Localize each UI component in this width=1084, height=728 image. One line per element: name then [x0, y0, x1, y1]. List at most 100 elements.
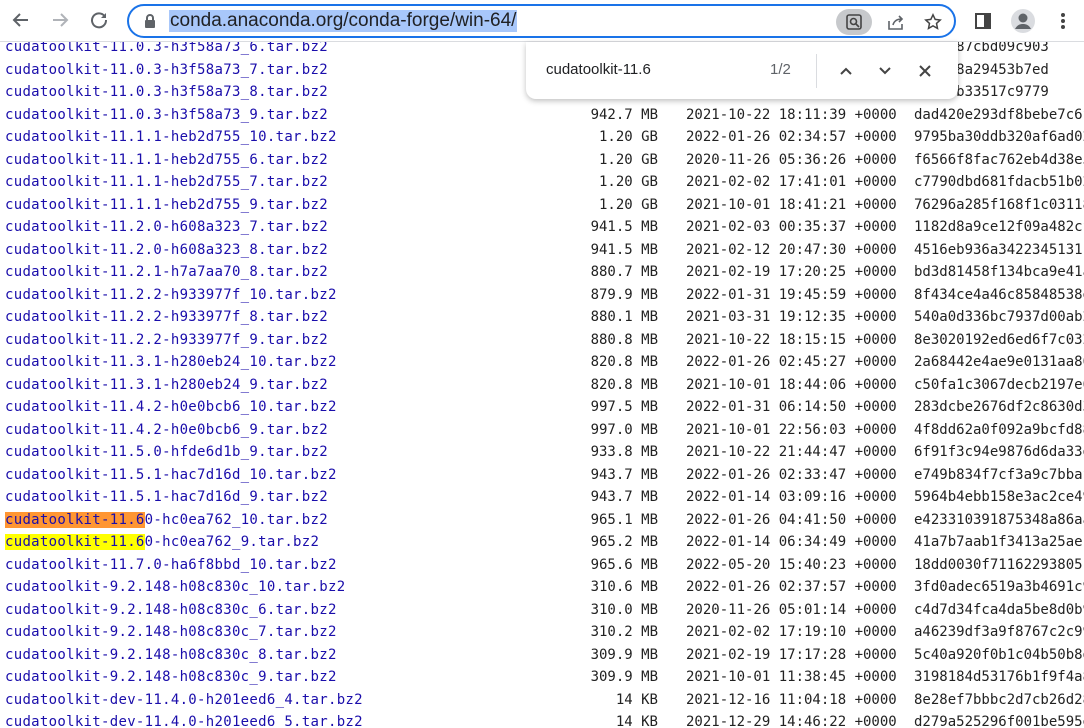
file-link[interactable]: cudatoolkit-11.3.1-h280eb24_9.tar.bz2	[5, 374, 328, 396]
file-date: 2021-03-31 19:12:35 +0000	[686, 309, 897, 325]
table-row: cudatoolkit-11.1.1-heb2d755_7.tar.bz2 1.2…	[0, 171, 1084, 193]
file-link-text[interactable]: cudatoolkit-11.4.2-h0e0bcb6_10.tar.bz2	[5, 399, 337, 415]
file-link-text[interactable]: cudatoolkit-11.5.1-hac7d16d_9.tar.bz2	[5, 489, 328, 505]
file-link[interactable]: cudatoolkit-11.5.1-hac7d16d_10.tar.bz2	[5, 464, 337, 486]
file-link-text[interactable]: cudatoolkit-11.3.1-h280eb24_10.tar.bz2	[5, 354, 337, 370]
file-link-text[interactable]: cudatoolkit-9.2.148-h08c830c_9.tar.bz2	[5, 669, 337, 685]
file-link-text[interactable]: cudatoolkit-9.2.148-h08c830c_10.tar.bz2	[5, 579, 345, 595]
file-link[interactable]: cudatoolkit-9.2.148-h08c830c_7.tar.bz2	[5, 621, 337, 643]
table-row: cudatoolkit-11.1.1-heb2d755_10.tar.bz2 1.…	[0, 126, 1084, 148]
back-button[interactable]	[6, 5, 36, 35]
menu-button[interactable]	[1048, 6, 1078, 36]
file-link-text[interactable]: cudatoolkit-11.0.3-h3f58a73_7.tar.bz2	[5, 62, 328, 78]
file-link[interactable]: cudatoolkit-11.2.0-h608a323_8.tar.bz2	[5, 239, 328, 261]
file-size: 1.20 GB	[598, 196, 658, 213]
file-link-text[interactable]: cudatoolkit-11.1.1-heb2d755_6.tar.bz2	[5, 152, 328, 168]
file-link[interactable]: cudatoolkit-11.2.1-h7a7aa70_8.tar.bz2	[5, 261, 328, 283]
table-row: cudatoolkit-11.2.2-h933977f_10.tar.bz2 87…	[0, 284, 1084, 306]
bookmark-button[interactable]	[920, 9, 946, 35]
lock-icon[interactable]	[142, 13, 158, 29]
file-link-text[interactable]: cudatoolkit-11.4.2-h0e0bcb6_9.tar.bz2	[5, 422, 328, 438]
file-link[interactable]: cudatoolkit-11.1.1-heb2d755_9.tar.bz2	[5, 194, 328, 216]
file-link[interactable]: cudatoolkit-11.1.1-heb2d755_7.tar.bz2	[5, 171, 328, 193]
file-link[interactable]: cudatoolkit-11.0.3-h3f58a73_8.tar.bz2	[5, 81, 328, 103]
file-link[interactable]: cudatoolkit-11.5.0-hfde6d1b_9.tar.bz2	[5, 441, 328, 463]
find-match: cudatoolkit-11.6	[5, 534, 145, 550]
side-panel-button[interactable]	[968, 6, 998, 36]
file-link-text[interactable]: cudatoolkit-dev-11.4.0-h201eed6_5.tar.bz…	[5, 714, 363, 728]
close-icon	[919, 65, 931, 77]
file-link-text[interactable]: cudatoolkit-9.2.148-h08c830c_8.tar.bz2	[5, 647, 337, 663]
file-link-text[interactable]: cudatoolkit-11.2.0-h608a323_8.tar.bz2	[5, 242, 328, 258]
file-link[interactable]: cudatoolkit-11.60-hc0ea762_9.tar.bz2	[5, 531, 319, 553]
table-row: cudatoolkit-11.2.1-h7a7aa70_8.tar.bz2 880…	[0, 261, 1084, 283]
search-page-button[interactable]	[836, 9, 872, 35]
file-size: 310.2 MB	[590, 624, 658, 640]
file-link[interactable]: cudatoolkit-9.2.148-h08c830c_10.tar.bz2	[5, 576, 345, 598]
file-size: 965.6 MB	[590, 556, 658, 573]
file-link-text[interactable]: cudatoolkit-11.5.0-hfde6d1b_9.tar.bz2	[5, 444, 328, 460]
address-bar[interactable]: conda.anaconda.org/conda-forge/win-64/	[127, 4, 956, 38]
file-link-text[interactable]: cudatoolkit-9.2.148-h08c830c_6.tar.bz2	[5, 602, 337, 618]
file-link-text[interactable]: cudatoolkit-11.2.1-h7a7aa70_8.tar.bz2	[5, 264, 328, 280]
reload-button[interactable]	[84, 5, 114, 35]
file-link[interactable]: cudatoolkit-9.2.148-h08c830c_9.tar.bz2	[5, 666, 337, 688]
file-link[interactable]: cudatoolkit-11.1.1-heb2d755_6.tar.bz2	[5, 149, 328, 171]
file-link-text[interactable]: cudatoolkit-11.5.1-hac7d16d_10.tar.bz2	[5, 467, 337, 483]
profile-button[interactable]	[1008, 6, 1038, 36]
file-link[interactable]: cudatoolkit-11.4.2-h0e0bcb6_9.tar.bz2	[5, 419, 328, 441]
file-date: 2021-10-01 18:44:06 +0000	[686, 376, 897, 393]
file-link[interactable]: cudatoolkit-11.2.0-h608a323_7.tar.bz2	[5, 216, 328, 238]
share-button[interactable]	[883, 9, 909, 35]
file-link-text[interactable]: cudatoolkit-11.60-hc0ea762_10.tar.bz2	[5, 511, 328, 528]
file-link[interactable]: cudatoolkit-11.4.2-h0e0bcb6_10.tar.bz2	[5, 396, 337, 418]
file-link[interactable]: cudatoolkit-11.3.1-h280eb24_10.tar.bz2	[5, 351, 337, 373]
file-size: 310.0 MB	[590, 601, 658, 618]
file-link-text[interactable]: cudatoolkit-9.2.148-h08c830c_7.tar.bz2	[5, 624, 337, 640]
file-link-text[interactable]: cudatoolkit-11.2.2-h933977f_10.tar.bz2	[5, 287, 337, 303]
file-link[interactable]: cudatoolkit-11.2.2-h933977f_10.tar.bz2	[5, 284, 337, 306]
find-close-button[interactable]	[911, 57, 939, 85]
file-link-text[interactable]: cudatoolkit-11.1.1-heb2d755_10.tar.bz2	[5, 129, 337, 145]
file-link-text[interactable]: cudatoolkit-11.1.1-heb2d755_7.tar.bz2	[5, 174, 328, 190]
file-link-text[interactable]: cudatoolkit-11.2.2-h933977f_9.tar.bz2	[5, 332, 328, 348]
file-link[interactable]: cudatoolkit-dev-11.4.0-h201eed6_4.tar.bz…	[5, 689, 363, 711]
file-link[interactable]: cudatoolkit-9.2.148-h08c830c_6.tar.bz2	[5, 599, 337, 621]
file-size: 310.6 MB	[590, 579, 658, 595]
file-link[interactable]: cudatoolkit-dev-11.4.0-h201eed6_5.tar.bz…	[5, 711, 363, 728]
url-text[interactable]: conda.anaconda.org/conda-forge/win-64/	[169, 10, 518, 32]
file-link-text[interactable]: cudatoolkit-11.0.3-h3f58a73_8.tar.bz2	[5, 84, 328, 100]
find-next-button[interactable]	[871, 57, 899, 85]
file-size: 997.0 MB	[590, 421, 658, 438]
table-row: cudatoolkit-11.2.2-h933977f_9.tar.bz2 880…	[0, 329, 1084, 351]
file-size: 965.1 MB	[590, 511, 658, 528]
file-hash: 3fd0adec6519a3b4691c9	[914, 579, 1084, 595]
file-link-text[interactable]: cudatoolkit-11.60-hc0ea762_9.tar.bz2	[5, 534, 319, 550]
file-link[interactable]: cudatoolkit-11.5.1-hac7d16d_9.tar.bz2	[5, 486, 328, 508]
file-link[interactable]: cudatoolkit-11.2.2-h933977f_8.tar.bz2	[5, 306, 328, 328]
file-link-text[interactable]: cudatoolkit-dev-11.4.0-h201eed6_4.tar.bz…	[5, 692, 363, 708]
file-link-text[interactable]: cudatoolkit-11.7.0-ha6f8bbd_10.tar.bz2	[5, 557, 337, 573]
find-input[interactable]: cudatoolkit-11.6	[546, 61, 651, 78]
file-link[interactable]: cudatoolkit-11.7.0-ha6f8bbd_10.tar.bz2	[5, 554, 337, 576]
file-link-text[interactable]: cudatoolkit-11.2.0-h608a323_7.tar.bz2	[5, 219, 328, 235]
file-link[interactable]: cudatoolkit-11.0.3-h3f58a73_9.tar.bz2	[5, 104, 328, 126]
file-hash: 41a7b7aab1f3413a25ae1	[914, 534, 1084, 550]
file-link[interactable]: cudatoolkit-9.2.148-h08c830c_8.tar.bz2	[5, 644, 337, 666]
file-link-text[interactable]: cudatoolkit-11.2.2-h933977f_8.tar.bz2	[5, 309, 328, 325]
file-link[interactable]: cudatoolkit-11.60-hc0ea762_10.tar.bz2	[5, 509, 328, 531]
file-link[interactable]: cudatoolkit-11.2.2-h933977f_9.tar.bz2	[5, 329, 328, 351]
file-link-text[interactable]: cudatoolkit-11.1.1-heb2d755_9.tar.bz2	[5, 197, 328, 213]
file-link[interactable]: cudatoolkit-11.0.3-h3f58a73_7.tar.bz2	[5, 59, 328, 81]
star-icon	[924, 13, 942, 30]
file-size: 14 KB	[615, 691, 658, 708]
file-name-rest: 0-hc0ea762_10.tar.bz2	[144, 511, 328, 528]
forward-button[interactable]	[45, 5, 75, 35]
file-link[interactable]: cudatoolkit-11.1.1-heb2d755_10.tar.bz2	[5, 126, 337, 148]
file-link-text[interactable]: cudatoolkit-11.3.1-h280eb24_9.tar.bz2	[5, 377, 328, 393]
file-date: 2022-01-31 06:14:50 +0000	[686, 399, 897, 415]
table-row: cudatoolkit-11.5.1-hac7d16d_10.tar.bz2 94…	[0, 464, 1084, 486]
search-page-icon	[846, 14, 862, 30]
find-previous-button[interactable]	[832, 57, 860, 85]
file-link-text[interactable]: cudatoolkit-11.0.3-h3f58a73_9.tar.bz2	[5, 107, 328, 123]
